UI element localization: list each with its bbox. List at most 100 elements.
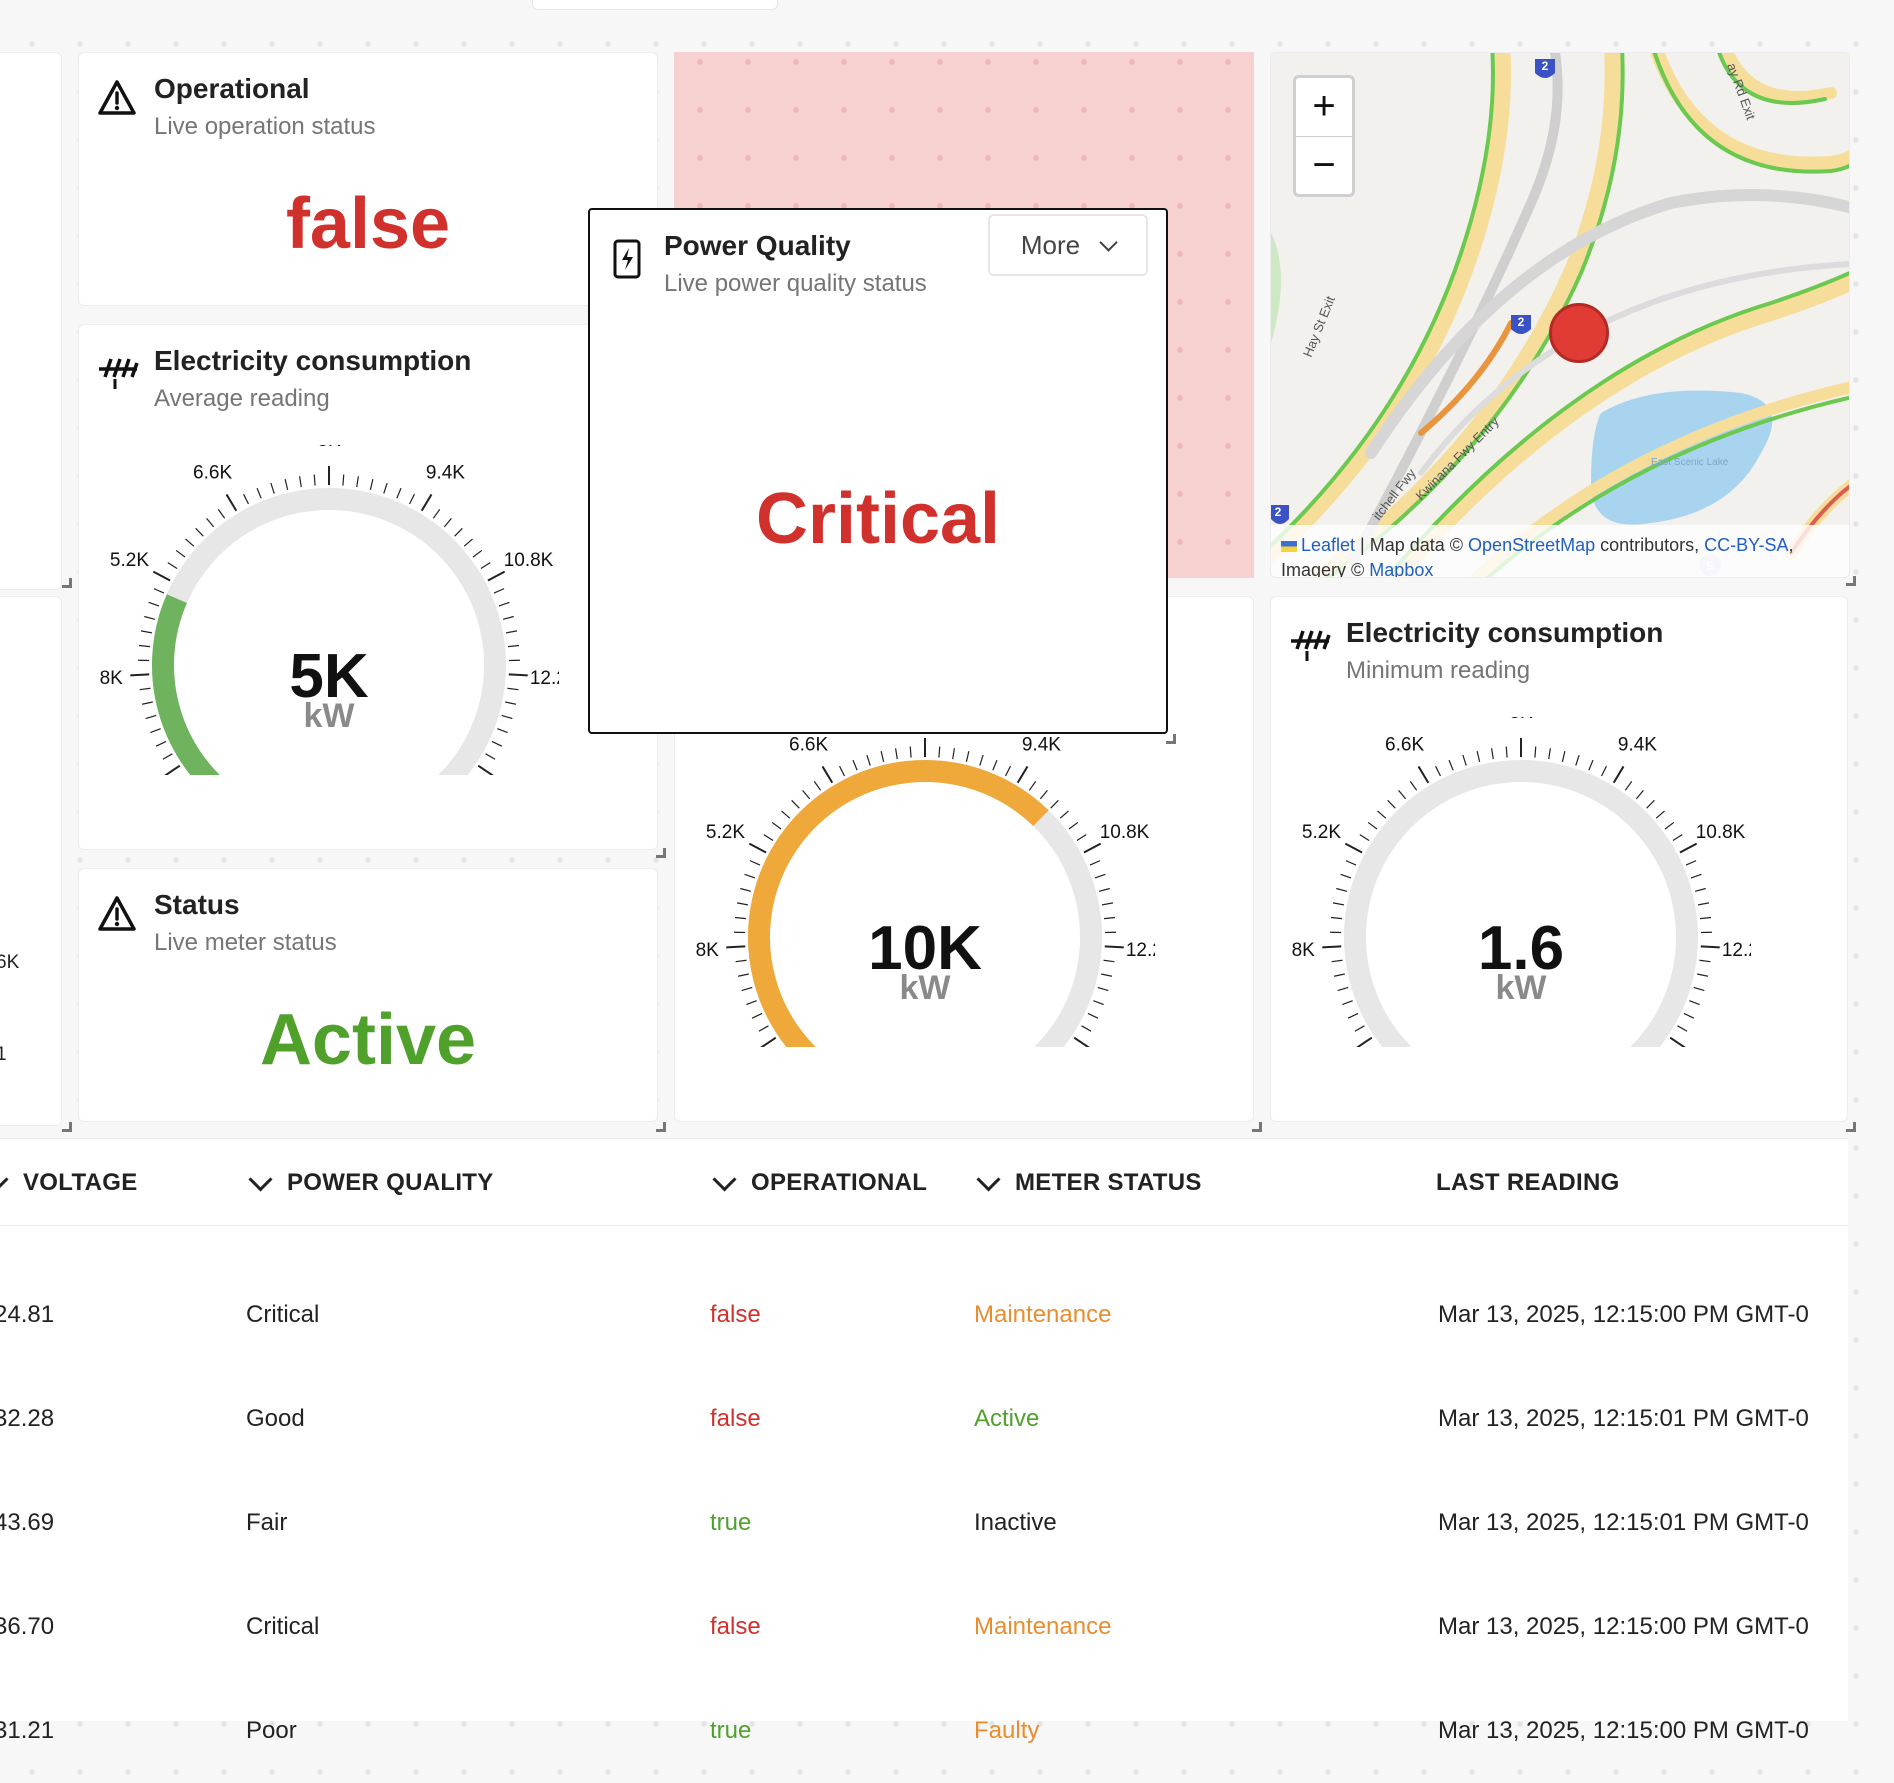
card-title: Electricity consumption: [1346, 617, 1663, 649]
gauge-tick-label: 5.2K: [1302, 822, 1341, 843]
gauge-tick-label: 6.6K: [789, 734, 828, 755]
consumption-minimum-card[interactable]: Electricity consumption Minimum reading …: [1270, 596, 1848, 1122]
cell-operational: true: [710, 1471, 751, 1575]
license-link[interactable]: CC-BY-SA: [1704, 535, 1788, 555]
table-row[interactable]: 43.69FairtrueInactiveMar 13, 2025, 12:15…: [0, 1471, 1848, 1575]
gauge-major-tick: [1701, 946, 1720, 947]
gauge-minor-tick: [750, 861, 760, 865]
chevron-down-icon: [976, 1167, 1000, 1191]
cell-status: Faulty: [974, 1679, 1039, 1783]
gauge-tick-label: 6.6K: [193, 462, 232, 483]
attribution-text: ,: [1789, 535, 1794, 555]
openstreetmap-link[interactable]: OpenStreetMap: [1468, 535, 1595, 555]
column-header-power-quality[interactable]: POWER QUALITY: [252, 1169, 494, 1197]
gauge-minor-tick: [499, 602, 509, 606]
column-header-last-reading[interactable]: LAST READING: [1436, 1169, 1620, 1197]
map[interactable]: Hay St Exit itchell Fwy Kwinana Fwy Entr…: [1270, 52, 1850, 578]
resize-handle[interactable]: [1846, 576, 1856, 586]
gauge-minor-tick: [492, 741, 502, 746]
cell-last: Mar 13, 2025, 12:15:00 PM GMT-0: [1438, 1575, 1814, 1679]
map-marker[interactable]: [1549, 303, 1609, 363]
table-row[interactable]: 24.81CriticalfalseMaintenanceMar 13, 202…: [0, 1263, 1848, 1367]
table-row[interactable]: 36.70CriticalfalseMaintenanceMar 13, 202…: [0, 1575, 1848, 1679]
card-subtitle: Minimum reading: [1346, 657, 1530, 685]
gauge-minor-tick: [473, 550, 482, 557]
gauge-minor-tick: [1099, 888, 1110, 891]
gauge-minor-tick: [244, 494, 249, 504]
zoom-out-button[interactable]: −: [1296, 137, 1352, 195]
column-header-operational[interactable]: OPERATIONAL: [716, 1169, 927, 1197]
gauge-minor-tick: [481, 563, 490, 569]
gauge-minor-tick: [1549, 748, 1551, 759]
operational-card[interactable]: Operational Live operation status false: [78, 52, 658, 306]
mapbox-link[interactable]: Mapbox: [1369, 560, 1433, 578]
gauge-minor-tick: [1088, 1013, 1098, 1018]
resize-handle[interactable]: [62, 578, 72, 588]
status-card[interactable]: Status Live meter status Active: [78, 868, 658, 1122]
resize-handle[interactable]: [1846, 1122, 1856, 1132]
status-value: Active: [79, 999, 657, 1081]
ukraine-flag-icon: [1281, 541, 1297, 552]
gauge-minor-tick: [1562, 751, 1565, 762]
gauge-major-tick: [749, 844, 766, 853]
leaflet-link[interactable]: Leaflet: [1301, 535, 1355, 555]
gauge-minor-tick: [503, 616, 514, 619]
resize-handle[interactable]: [62, 1122, 72, 1132]
table-row[interactable]: 31.21PoortrueFaultyMar 13, 2025, 12:15:0…: [0, 1679, 1848, 1783]
gauge-minor-tick: [1463, 755, 1466, 765]
column-header-voltage[interactable]: VOLTAGE: [0, 1169, 138, 1197]
resize-handle[interactable]: [1252, 1122, 1262, 1132]
gauge-minor-tick: [1436, 766, 1441, 776]
left-edge-tick-label: 6K: [0, 952, 19, 974]
left-edge-tick-label: 1: [0, 1044, 7, 1066]
gauge-minor-tick: [1589, 760, 1593, 770]
gauge-major-tick: [1345, 844, 1362, 853]
gauge-minor-tick: [502, 715, 513, 718]
consumption-average-card[interactable]: Electricity consumption Average reading …: [78, 324, 658, 850]
gauge-minor-tick: [156, 741, 166, 746]
gauge-minor-tick: [1656, 811, 1664, 818]
gauge-tick-label: 5.2K: [706, 822, 745, 843]
resize-handle[interactable]: [656, 848, 666, 858]
column-header-meter-status[interactable]: METER STATUS: [980, 1169, 1202, 1197]
gauge-minor-tick: [1051, 800, 1059, 808]
gauge-major-tick: [1018, 766, 1028, 782]
cell-operational: true: [710, 1679, 751, 1783]
route-shield-label: 2: [1275, 505, 1282, 519]
cell-last: Mar 13, 2025, 12:15:00 PM GMT-0: [1438, 1263, 1814, 1367]
gauge-minor-tick: [1697, 974, 1708, 976]
route-shield: 2: [1511, 315, 1531, 334]
zoom-in-button[interactable]: +: [1296, 78, 1352, 136]
gauge-tick-label: 6.6K: [1385, 734, 1424, 755]
table-row[interactable]: 32.28GoodfalseActiveMar 13, 2025, 12:15:…: [0, 1367, 1848, 1471]
gauge-minor-tick: [1090, 861, 1100, 865]
cell-last: Mar 13, 2025, 12:15:00 PM GMT-0: [1438, 1679, 1814, 1783]
electric-meter-icon: [1289, 623, 1331, 670]
gauge-minor-tick: [1348, 1013, 1358, 1018]
gauge-minor-tick: [257, 488, 261, 498]
gauge-minor-tick: [149, 602, 159, 606]
power-quality-card[interactable]: Power Quality Live power quality status …: [588, 208, 1168, 734]
card-subtitle: Live meter status: [154, 929, 337, 957]
card-subtitle: Live operation status: [154, 113, 375, 141]
gauge-minor-tick: [1332, 960, 1343, 961]
map-label: East Scenic Lake: [1651, 457, 1729, 468]
gauge-minor-tick: [1103, 960, 1114, 961]
top-tab[interactable]: [532, 0, 778, 10]
gauge-tick-label: 5.2K: [110, 550, 149, 571]
resize-handle[interactable]: [1166, 734, 1176, 744]
gauge-minor-tick: [737, 903, 748, 905]
resize-handle[interactable]: [656, 1122, 666, 1132]
gauge-minor-tick: [1636, 790, 1643, 798]
gauge-minor-tick: [1342, 1001, 1352, 1005]
attribution-text: contributors,: [1595, 535, 1704, 555]
more-label: More: [1021, 230, 1080, 261]
more-dropdown-button[interactable]: More: [988, 214, 1148, 276]
chevron-down-icon: [0, 1167, 9, 1191]
gauge-major-tick: [823, 766, 833, 782]
route-shield: 2: [1535, 59, 1555, 78]
gauge-minor-tick: [1665, 822, 1674, 829]
gauge-minor-tick: [740, 888, 751, 891]
gauge-minor-tick: [1095, 874, 1105, 878]
gauge-major-tick: [1356, 1038, 1372, 1047]
